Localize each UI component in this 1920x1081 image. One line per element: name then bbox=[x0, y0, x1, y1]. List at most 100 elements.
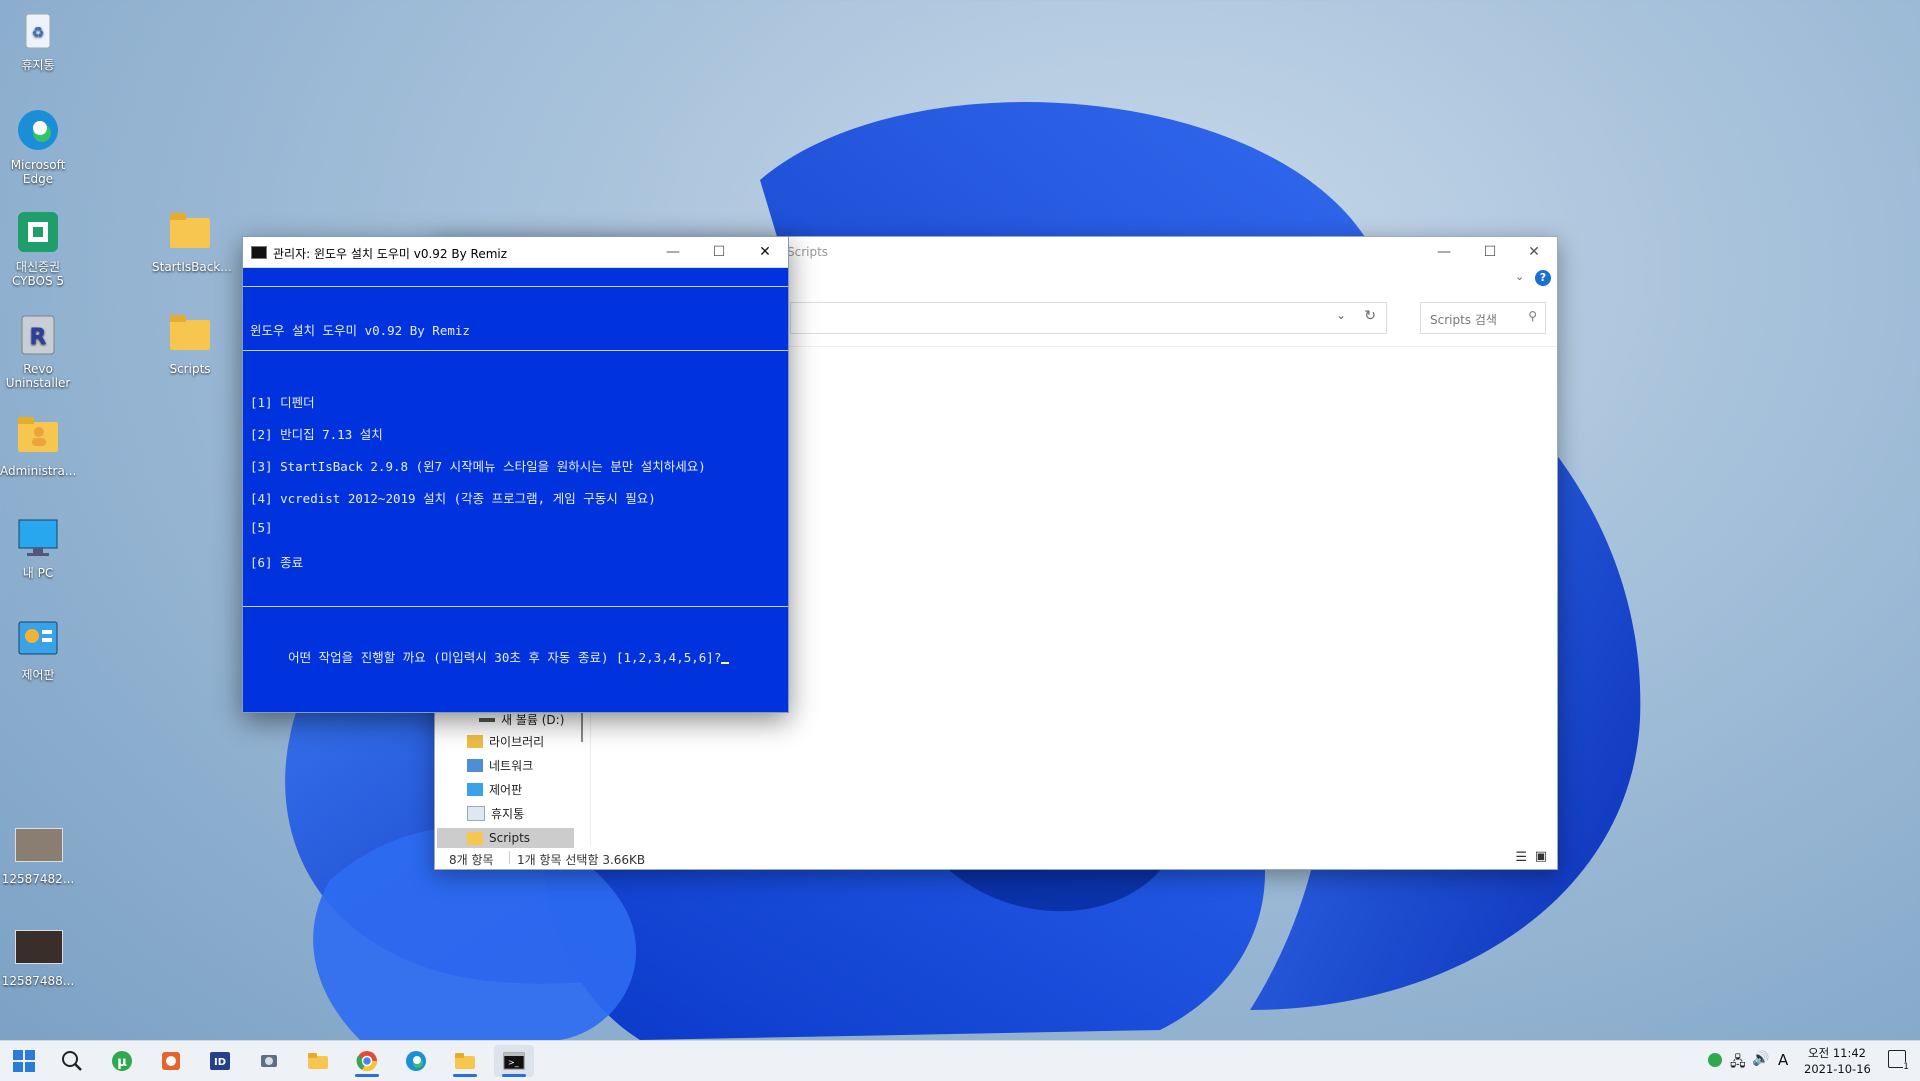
nav-item-network[interactable]: 네트워크 bbox=[467, 755, 533, 775]
control-panel-icon bbox=[467, 782, 483, 796]
menu-option-6: [6] 종료 bbox=[250, 555, 304, 570]
cmd-icon bbox=[251, 246, 267, 259]
search-button[interactable] bbox=[52, 1045, 92, 1077]
help-icon[interactable]: ? bbox=[1535, 270, 1551, 286]
desktop-icon-label: 12587488... bbox=[1, 974, 75, 988]
maximize-button[interactable]: ☐ bbox=[696, 237, 742, 267]
taskbar-app-blue[interactable]: ID bbox=[200, 1045, 240, 1077]
svg-text:ID: ID bbox=[214, 1057, 226, 1068]
console-prompt-line[interactable]: 어떤 작업을 진행할 까요 (미입력시 30초 후 자동 종료) [1,2,3,… bbox=[243, 632, 730, 681]
utorrent-icon: µ bbox=[112, 1051, 132, 1071]
app-blue-square-icon: ID bbox=[210, 1052, 230, 1070]
taskbar-file-explorer[interactable] bbox=[298, 1045, 338, 1077]
taskbar-tools[interactable] bbox=[249, 1045, 289, 1077]
taskbar-console[interactable]: >_ bbox=[494, 1045, 534, 1077]
menu-option-5: [5] bbox=[250, 520, 273, 535]
desktop-icon-control-panel[interactable]: 제어판 bbox=[0, 616, 76, 682]
desktop-icon-label: StartIsBack... bbox=[152, 260, 232, 274]
taskbar-edge[interactable] bbox=[396, 1045, 436, 1077]
desktop-icon-scripts[interactable]: Scripts bbox=[152, 310, 228, 376]
taskbar-chrome[interactable] bbox=[347, 1045, 387, 1077]
search-icon[interactable]: ⚲ bbox=[1528, 309, 1537, 323]
chrome-icon bbox=[356, 1051, 378, 1072]
ribbon-expand-icon[interactable]: ⌄ bbox=[1515, 270, 1524, 283]
windows-logo-icon bbox=[13, 1050, 35, 1072]
svg-text:µ: µ bbox=[117, 1055, 127, 1070]
minimize-button[interactable]: — bbox=[1421, 237, 1467, 267]
recycle-bin-icon: ♻ bbox=[25, 13, 51, 49]
status-bar: 8개 항목 1개 항목 선택함 3.66KB ☰ ▣ bbox=[435, 847, 1557, 869]
utorrent-tray-icon[interactable] bbox=[1708, 1053, 1722, 1067]
taskbar-file-explorer-open[interactable] bbox=[445, 1045, 485, 1077]
text-cursor bbox=[721, 662, 730, 664]
desktop-icon-startisback[interactable]: StartIsBack... bbox=[152, 208, 232, 274]
refresh-icon[interactable]: ↻ bbox=[1364, 308, 1376, 324]
clock-date[interactable]: 2021-10-16 bbox=[1804, 1062, 1871, 1076]
details-view-icon[interactable]: ☰ bbox=[1515, 850, 1527, 865]
desktop-icon-image-2[interactable]: 12587488... bbox=[0, 922, 76, 988]
taskbar-utorrent[interactable]: µ bbox=[102, 1045, 142, 1077]
cybos-icon bbox=[18, 212, 58, 252]
folder-icon bbox=[170, 213, 210, 248]
console-rule bbox=[243, 350, 788, 351]
console-header: 윈도우 설치 도우미 v0.92 By Remiz bbox=[250, 323, 470, 338]
large-icons-view-icon[interactable]: ▣ bbox=[1535, 849, 1547, 864]
address-bar[interactable]: ⌄ ↻ bbox=[790, 302, 1387, 334]
menu-option-3: [3] StartIsBack 2.9.8 (윈7 시작메뉴 스타일을 원하시는… bbox=[250, 459, 706, 474]
image-thumbnail-icon bbox=[15, 828, 63, 862]
status-item-count: 8개 항목 bbox=[449, 853, 494, 867]
svg-text:♻: ♻ bbox=[32, 25, 45, 41]
network-icon[interactable]: 🖧 bbox=[1730, 1051, 1746, 1075]
desktop-icon-recycle-bin[interactable]: ♻ 휴지통 bbox=[0, 6, 76, 72]
console-window[interactable]: 관리자: 윈도우 설치 도우미 v0.92 By Remiz — ☐ ✕ 윈도우… bbox=[242, 236, 789, 713]
console-title: 관리자: 윈도우 설치 도우미 v0.92 By Remiz bbox=[273, 247, 508, 261]
folder-icon bbox=[170, 315, 210, 350]
console-title-bar[interactable]: 관리자: 윈도우 설치 도우미 v0.92 By Remiz — ☐ ✕ bbox=[243, 237, 788, 268]
volume-icon[interactable]: 🔊 bbox=[1752, 1051, 1769, 1067]
folder-icon bbox=[308, 1053, 328, 1069]
edge-icon bbox=[406, 1051, 426, 1071]
notification-icon[interactable]: 1 bbox=[1888, 1050, 1909, 1072]
nav-item-recycle-bin[interactable]: 휴지통 bbox=[467, 803, 524, 823]
folder-icon bbox=[467, 831, 483, 845]
taskbar-app-orange[interactable] bbox=[151, 1045, 191, 1077]
start-button[interactable] bbox=[4, 1045, 44, 1077]
close-button[interactable]: ✕ bbox=[742, 237, 788, 267]
maximize-button[interactable]: ☐ bbox=[1467, 237, 1513, 267]
nav-item-libraries[interactable]: 라이브러리 bbox=[467, 731, 544, 751]
minimize-button[interactable]: — bbox=[650, 237, 696, 267]
image-thumbnail-icon bbox=[15, 930, 63, 964]
svg-text:>_: >_ bbox=[508, 1058, 520, 1067]
console-prompt: 어떤 작업을 진행할 까요 (미입력시 30초 후 자동 종료) [1,2,3,… bbox=[288, 650, 722, 665]
search-input[interactable]: Scripts 검색 ⚲ bbox=[1420, 302, 1546, 334]
clock-time[interactable]: 오전 11:42 bbox=[1808, 1045, 1866, 1061]
close-button[interactable]: ✕ bbox=[1511, 237, 1557, 267]
desktop-icon-administrator[interactable]: Administra... bbox=[0, 412, 76, 478]
network-icon bbox=[467, 758, 483, 772]
desktop-icon-label: Scripts bbox=[169, 362, 211, 376]
desktop-icon-label: 12587482... bbox=[1, 872, 75, 886]
recycle-bin-icon bbox=[467, 805, 485, 821]
svg-text:R: R bbox=[30, 325, 47, 350]
desktop-icon-label: 휴지통 bbox=[21, 58, 55, 72]
app-cube-icon bbox=[162, 1052, 180, 1070]
nav-item-control-panel[interactable]: 제어판 bbox=[467, 779, 522, 799]
console-output[interactable]: 윈도우 설치 도우미 v0.92 By Remiz [1] 디펜더 [2] 반디… bbox=[243, 268, 788, 712]
menu-option-1: [1] 디펜더 bbox=[250, 395, 315, 410]
revo-uninstaller-icon: R bbox=[21, 315, 55, 355]
desktop-icon-label: Microsoft Edge bbox=[10, 158, 66, 186]
desktop-icon-revo[interactable]: R Revo Uninstaller bbox=[0, 310, 76, 390]
control-panel-icon bbox=[18, 621, 58, 655]
monitor-icon bbox=[18, 519, 58, 556]
desktop-icon-label: 제어판 bbox=[21, 668, 55, 682]
ime-indicator[interactable]: A bbox=[1778, 1051, 1788, 1069]
desktop-icon-cybos[interactable]: 대신증권 CYBOS 5 bbox=[0, 208, 76, 288]
desktop-icon-image-1[interactable]: 12587482... bbox=[0, 820, 76, 886]
edge-icon bbox=[18, 110, 58, 150]
desktop-icon-edge[interactable]: Microsoft Edge bbox=[0, 106, 76, 186]
chevron-down-icon[interactable]: ⌄ bbox=[1336, 308, 1346, 322]
search-icon bbox=[62, 1051, 82, 1071]
desktop-icon-this-pc[interactable]: 내 PC bbox=[0, 514, 76, 580]
drive-icon bbox=[479, 718, 495, 722]
nav-item-scripts[interactable]: Scripts bbox=[467, 828, 530, 848]
